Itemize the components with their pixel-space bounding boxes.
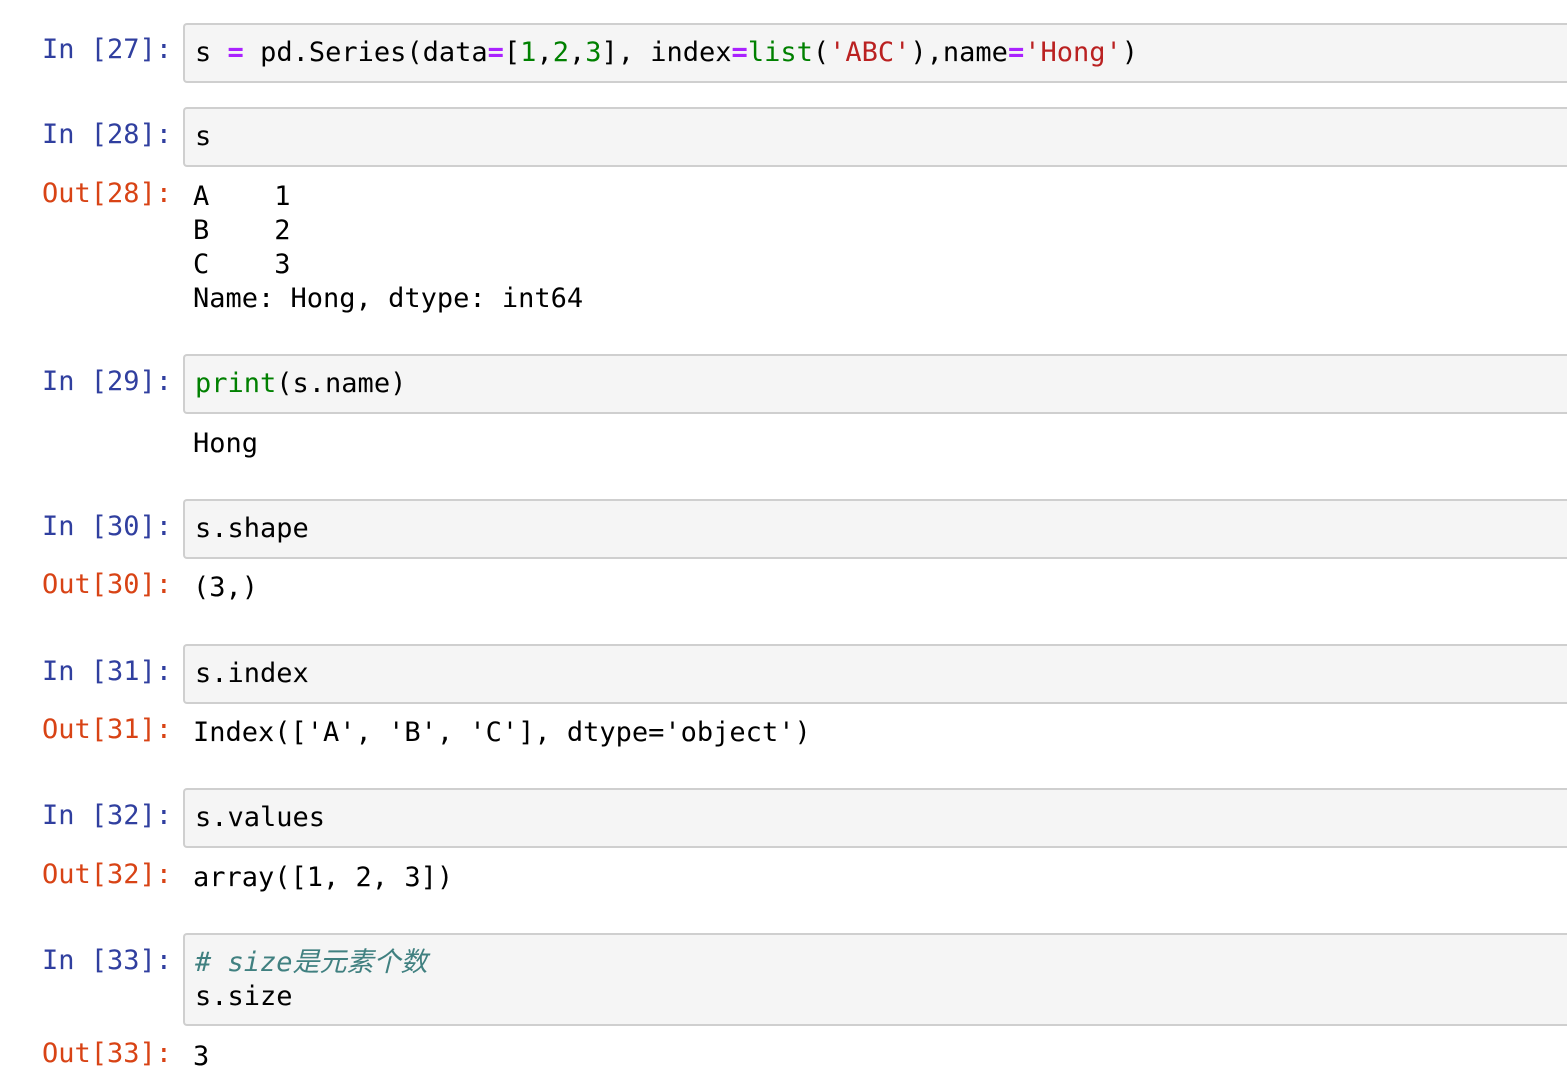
code-token: = (1007, 37, 1025, 68)
output-line: A 1 (193, 181, 291, 212)
code-token: s (195, 37, 212, 68)
in-prompt-30: In [30]: (41, 511, 172, 542)
out-prompt-28: Out[28]: (41, 178, 172, 209)
output-line: Name: Hong, dtype: int64 (193, 283, 584, 314)
code-token: [ (503, 37, 521, 68)
output-line: Index(['A', 'B', 'C'], dtype='object') (193, 717, 811, 748)
code-token: (s.name) (276, 368, 407, 399)
in-prompt-33: In [33]: (41, 945, 172, 976)
code-token: print (195, 368, 277, 399)
code-cell-27[interactable]: s = pd.Series(data=[1,2,3], index=list('… (183, 23, 1567, 83)
code-token: 2 (552, 37, 569, 68)
code-token: ) (1121, 37, 1139, 68)
output-line: 3 (193, 1041, 210, 1072)
out-prompt-31: Out[31]: (41, 714, 172, 745)
in-prompt-31: In [31]: (41, 656, 172, 687)
code-line: print(s.name) (195, 367, 406, 401)
code-token: 3 (585, 37, 602, 68)
code-line: s.size (195, 981, 293, 1012)
code-cell-28[interactable]: s (183, 107, 1567, 167)
stdout-line: Hong (193, 428, 259, 459)
code-cell-31[interactable]: s.index (183, 644, 1567, 704)
output-line: (3,) (193, 572, 259, 603)
code-line: s = pd.Series(data=[1,2,3], index=list('… (195, 36, 1138, 70)
output-line: array([1, 2, 3]) (193, 862, 454, 893)
out-prompt-33: Out[33]: (41, 1038, 172, 1069)
code-comment: # size是元素个数 (195, 947, 428, 978)
code-line: s.index (195, 658, 309, 689)
code-cell-33[interactable]: # size是元素个数 s.size (183, 933, 1567, 1026)
code-line: s.shape (195, 513, 309, 544)
code-token: pd.Series(data (260, 37, 488, 68)
output-line: B 2 (193, 215, 291, 246)
in-prompt-27: In [27]: (41, 34, 172, 65)
code-token: ], index (601, 37, 732, 68)
in-prompt-32: In [32]: (41, 800, 172, 831)
code-cell-30[interactable]: s.shape (183, 499, 1567, 559)
code-token: list (747, 37, 813, 68)
out-prompt-32: Out[32]: (41, 859, 172, 890)
code-token: = (731, 37, 748, 68)
code-token: ( (812, 37, 830, 68)
code-cell-32[interactable]: s.values (183, 788, 1567, 848)
in-prompt-28: In [28]: (41, 119, 172, 150)
code-token: , (568, 37, 586, 68)
code-token: = (227, 37, 244, 68)
code-token: 'ABC' (829, 37, 911, 68)
out-prompt-30: Out[30]: (41, 569, 172, 600)
code-token: = (487, 37, 504, 68)
in-prompt-29: In [29]: (41, 366, 172, 397)
code-token: 'Hong' (1024, 37, 1122, 68)
code-token: ),name (910, 37, 1008, 68)
code-line: s.values (195, 802, 326, 833)
code-line: s (195, 121, 212, 152)
code-cell-29[interactable]: print(s.name) (183, 354, 1567, 414)
code-token: 1 (520, 37, 537, 68)
code-token: , (536, 37, 553, 68)
output-line: C 3 (193, 249, 291, 280)
